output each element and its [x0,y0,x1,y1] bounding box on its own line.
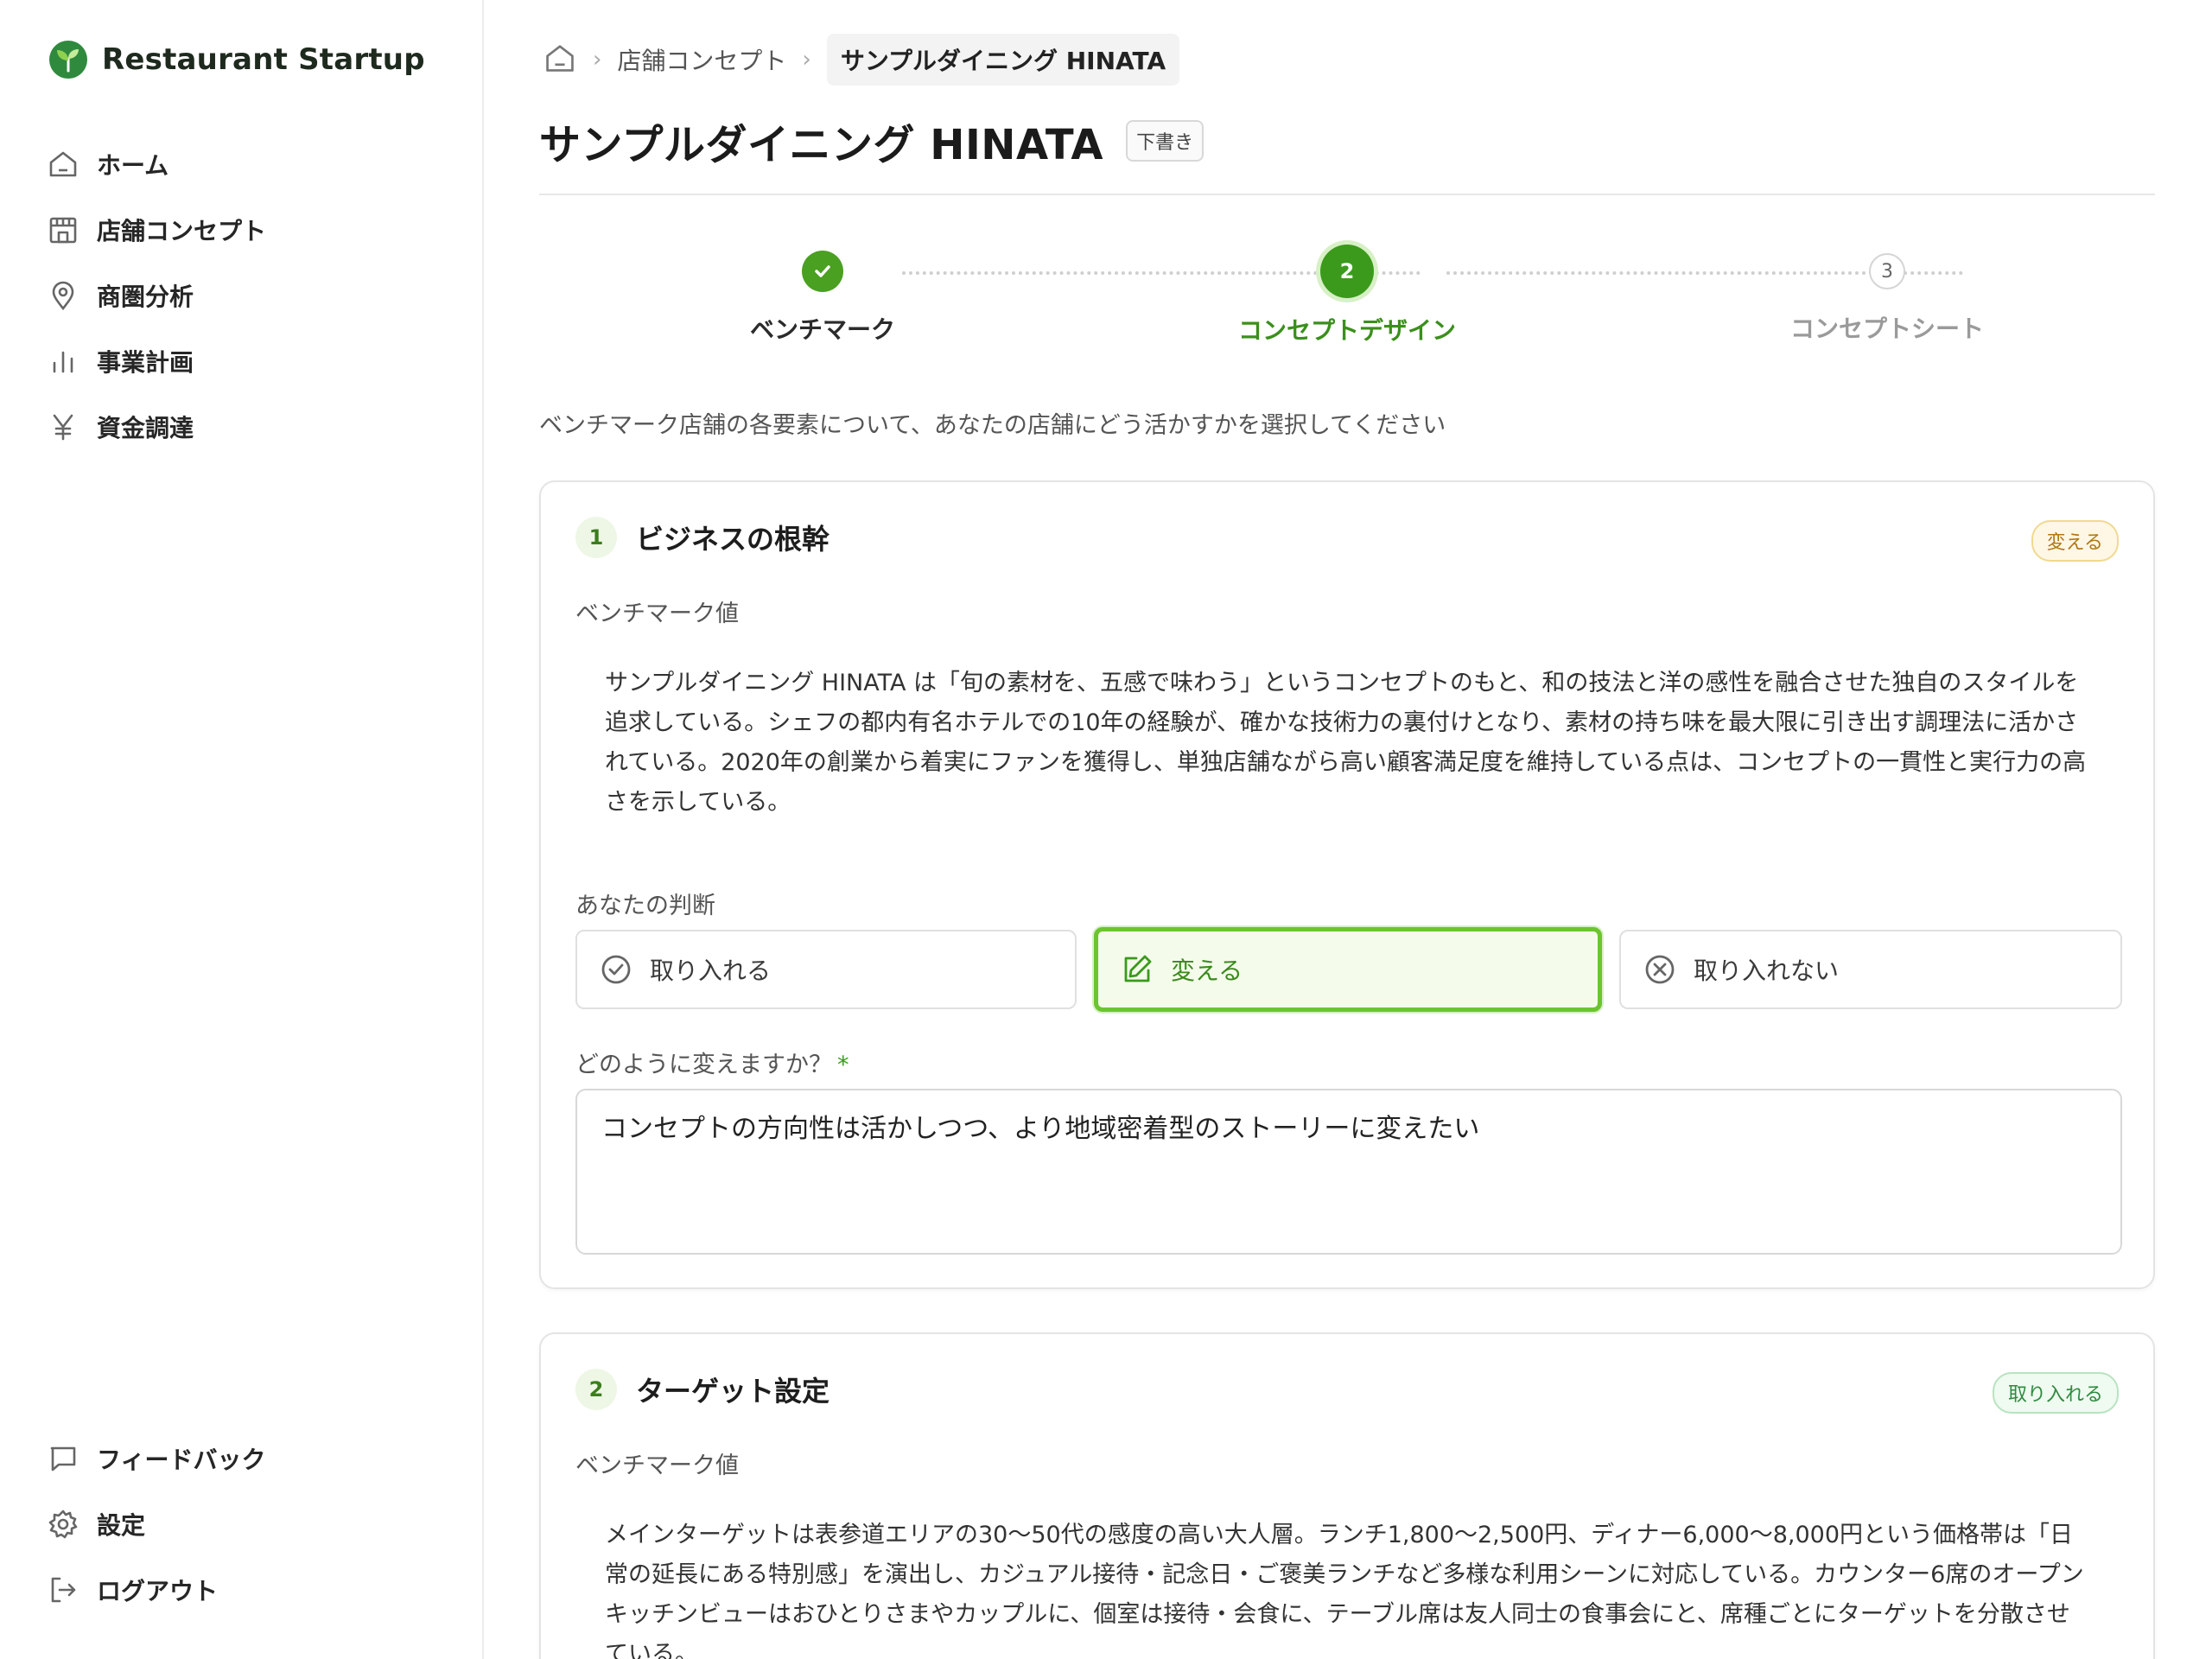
step-label: ベンチマーク [749,315,895,344]
home-icon [47,148,79,181]
brand[interactable]: Restaurant Startup [48,40,425,79]
card-number: 2 [575,1369,617,1410]
sidebar-item-label: ログアウト [97,1577,219,1605]
sidebar-item-label: 商圏分析 [97,283,194,311]
step-label: コンセプトシート [1789,315,1984,343]
step-check-circle [802,251,843,292]
page-title-row: サンプルダイニング HINATA 下書き [539,111,1205,171]
logout-icon [47,1573,79,1606]
brand-name: Restaurant Startup [102,42,425,77]
sidebar-item-funding[interactable]: 資金調達 [41,394,448,460]
option-reject[interactable]: 取り入れない [1619,930,2122,1009]
step-concept-sheet[interactable]: 3 コンセプトシート [1714,242,2060,345]
option-label: 変える [1171,957,1243,985]
card-header: 2 ターゲット設定 [575,1369,830,1410]
page-title: サンプルダイニング HINATA [539,121,1104,169]
sidebar-item-label: ホーム [97,151,169,180]
step-label: コンセプトデザイン [1237,316,1456,345]
judgment-label: あなたの判断 [575,893,715,919]
sidebar-item-logout[interactable]: ログアウト [41,1557,448,1623]
benchmark-text: メインターゲットは表参道エリアの30〜50代の感度の高い大人層。ランチ1,800… [605,1522,2084,1659]
option-change[interactable]: 変える [1094,927,1602,1012]
sidebar-item-label: フィードバック [97,1446,266,1474]
benchmark-label: ベンチマーク値 [575,601,739,627]
breadcrumb: › 店舗コンセプト › サンプルダイニング HINATA [543,34,1180,86]
element-card-target: 2 ターゲット設定 取り入れる ベンチマーク値 メインターゲットは表参道エリアの… [539,1332,2155,1659]
sidebar-item-label: 事業計画 [97,348,194,377]
required-mark: * [837,1052,849,1078]
card-header: 1 ビジネスの根幹 [575,517,830,558]
step-benchmark[interactable]: ベンチマーク [650,242,995,346]
sidebar-nav: ホーム 店舗コンセプト 商圏分析 事業計画 資金調達 [41,131,448,460]
x-circle-icon [1645,955,1675,984]
sidebar-item-business-plan[interactable]: 事業計画 [41,328,448,394]
change-description-input[interactable]: コンセプトの方向性は活かしつつ、より地域密着型のストーリーに変えたい [575,1089,2122,1255]
sidebar-bottom-nav: フィードバック 設定 ログアウト [41,1426,448,1623]
card-number: 1 [575,517,617,558]
main-content: › 店舗コンセプト › サンプルダイニング HINATA サンプルダイニング H… [486,0,2212,1659]
option-adopt[interactable]: 取り入れる [575,930,1077,1009]
breadcrumb-link-store-concept[interactable]: 店舗コンセプト [617,42,786,77]
benchmark-label: ベンチマーク値 [575,1452,739,1479]
card-title: ターゲット設定 [636,1375,830,1408]
check-circle-icon [601,955,631,984]
step-concept-design[interactable]: 2 コンセプトデザイン [1174,242,1520,346]
sidebar-item-store-concept[interactable]: 店舗コンセプト [41,197,448,263]
sprout-logo-icon [49,41,87,79]
map-pin-icon [47,279,79,312]
chevron-right-icon: › [802,47,811,73]
decision-tag: 変える [2031,520,2119,562]
option-label: 取り入れない [1694,957,1840,985]
sidebar-item-label: 店舗コンセプト [97,217,267,245]
sidebar-item-settings[interactable]: 設定 [41,1491,448,1557]
gear-icon [47,1508,79,1541]
element-card-business-core: 1 ビジネスの根幹 変える ベンチマーク値 サンプルダイニング HINATA は… [539,480,2155,1289]
sidebar-item-home[interactable]: ホーム [41,131,448,197]
sidebar-item-label: 資金調達 [97,414,194,442]
sidebar-item-label: 設定 [97,1511,146,1540]
chevron-right-icon: › [593,47,602,73]
benchmark-text: サンプルダイニング HINATA は「旬の素材を、五感で味わう」というコンセプト… [605,670,2087,816]
decision-tag: 取り入れる [1992,1372,2119,1414]
store-icon [47,213,79,246]
sidebar-item-trade-area[interactable]: 商圏分析 [41,263,448,328]
option-label: 取り入れる [650,957,772,985]
check-icon [815,265,830,277]
question-label: どのように変えますか？ * [575,1046,849,1079]
home-icon[interactable] [543,41,577,79]
yen-icon [47,410,79,443]
breadcrumb-current: サンプルダイニング HINATA [826,34,1180,86]
sidebar-item-feedback[interactable]: フィードバック [41,1426,448,1491]
instruction-text: ベンチマーク店舗の各要素について、あなたの店舗にどう活かすかを選択してください [539,412,1446,439]
status-badge: 下書き [1126,120,1205,162]
decision-options: 取り入れる 変える 取り入れない [575,927,2122,1013]
app-root: Restaurant Startup ホーム 店舗コンセプト 商圏分析 事業計画… [0,0,2212,1659]
card-title: ビジネスの根幹 [636,523,830,556]
question-text: どのように変えますか？ [575,1052,832,1078]
sidebar: Restaurant Startup ホーム 店舗コンセプト 商圏分析 事業計画… [0,0,484,1659]
edit-icon [1124,955,1152,982]
bar-chart-icon [47,345,79,378]
divider [539,194,2155,195]
step-number: 2 [1320,245,1374,298]
chat-icon [47,1442,79,1475]
stepper: ベンチマーク 2 コンセプトデザイン 3 コンセプトシート [539,242,2155,363]
step-number: 3 [1869,253,1905,289]
